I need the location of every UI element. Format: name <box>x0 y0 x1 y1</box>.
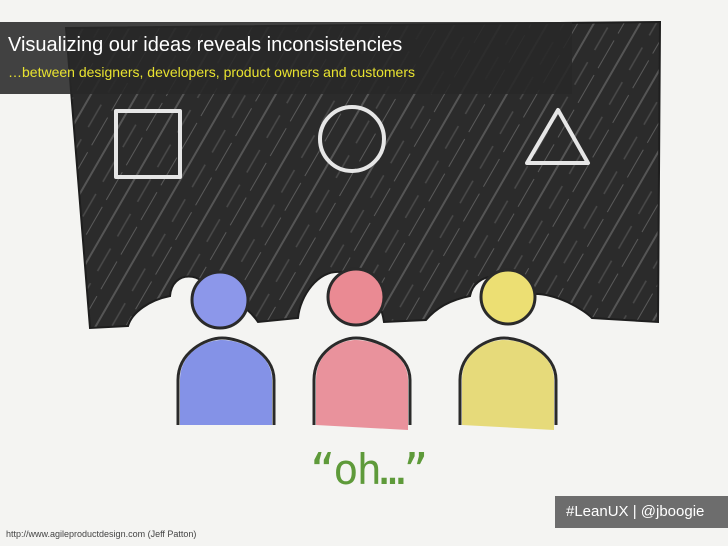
title-banner <box>0 22 572 94</box>
source-credit: http://www.agileproductdesign.com (Jeff … <box>6 529 197 539</box>
slide: Visualizing our ideas reveals inconsiste… <box>0 0 728 546</box>
slide-title: Visualizing our ideas reveals inconsiste… <box>8 34 403 56</box>
speech-text: “oh…” <box>310 445 428 494</box>
hashtag-label: #LeanUX | @jboogie <box>566 503 705 520</box>
slide-subtitle: …between designers, developers, product … <box>8 64 415 80</box>
